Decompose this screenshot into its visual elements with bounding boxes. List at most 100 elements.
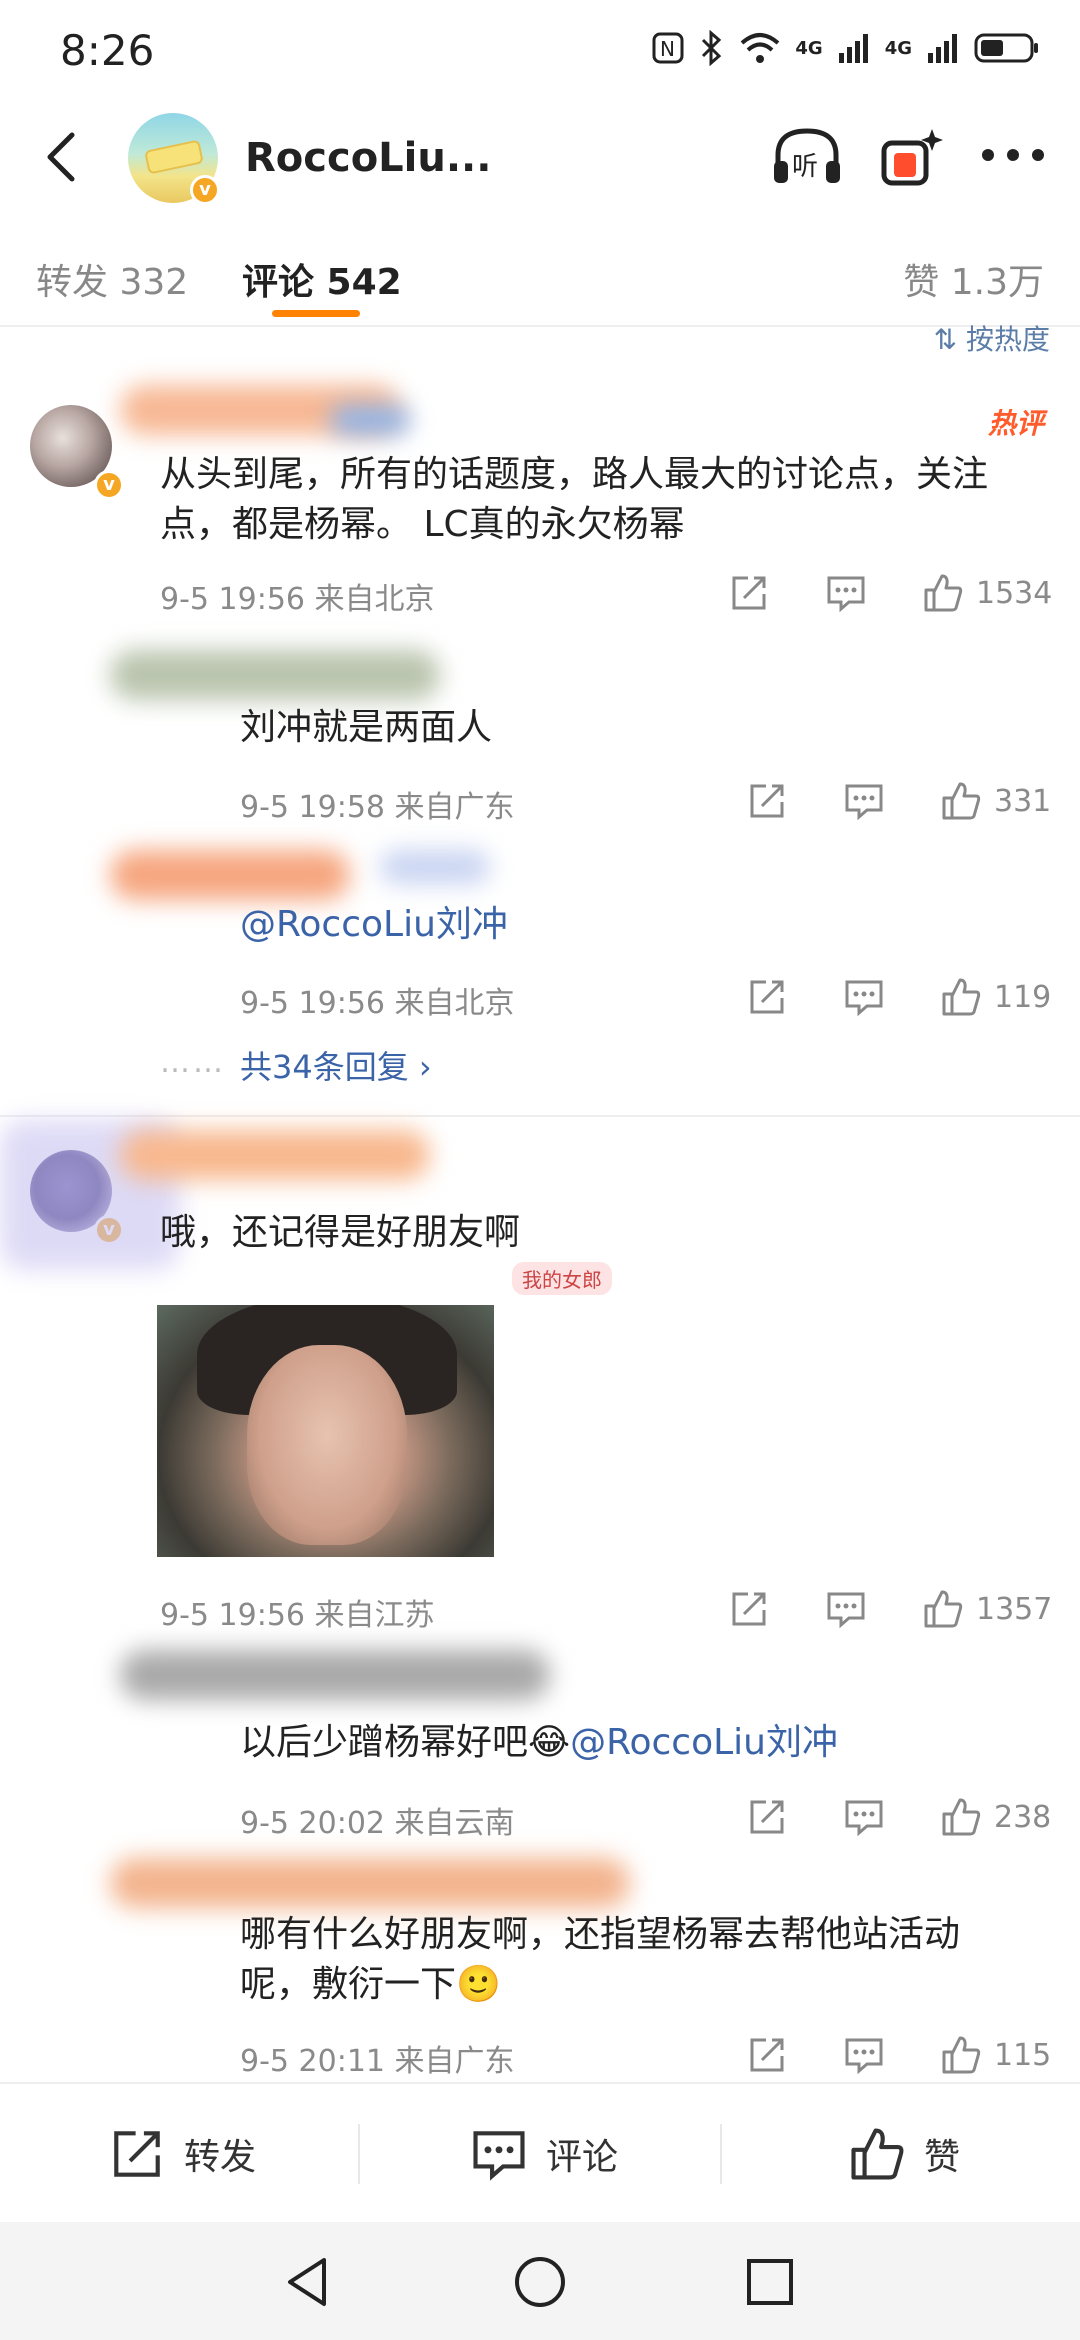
network-label-2: 4G (884, 37, 912, 59)
comment-icon[interactable] (825, 572, 867, 614)
separator (720, 2124, 722, 2184)
comment-icon[interactable] (825, 1588, 867, 1630)
header: v RoccoLiu... 听 (0, 105, 1080, 215)
like-label: 赞 (924, 2137, 961, 2178)
status-time: 8:26 (60, 26, 155, 75)
status-bar: 8:26 N 4G 4G (0, 0, 1080, 105)
system-nav-bar (0, 2222, 1080, 2340)
share-icon[interactable] (728, 572, 770, 614)
verified-badge-icon: v (190, 175, 220, 205)
reply-meta: 9-5 19:58 来自广东 (240, 790, 515, 825)
bluetooth-icon (702, 30, 722, 66)
blurred-reply-avatar (110, 650, 440, 700)
blurred-username (120, 1130, 430, 1180)
more-replies-link[interactable]: 共34条回复 › (240, 1042, 432, 1088)
comment-meta: 9-5 19:56 来自北京 (160, 582, 435, 617)
reply-text: 以后少蹭杨幂好吧😂@RoccoLiu刘冲 (240, 1718, 838, 1768)
gift-icon[interactable] (878, 123, 944, 189)
reply-mention[interactable]: @RoccoLiu刘冲 (570, 1722, 838, 1763)
share-icon[interactable] (746, 2034, 788, 2076)
reply-actions: 119 (746, 976, 1051, 1018)
svg-text:N: N (660, 37, 675, 61)
comment-actions: 1357 (728, 1588, 1052, 1630)
share-icon[interactable] (746, 1796, 788, 1838)
more-icon[interactable] (978, 135, 1048, 175)
reply-dots: …… (160, 1045, 226, 1080)
thumbs-up-icon[interactable] (940, 780, 982, 822)
decoration-tag: 我的女郎 (512, 1262, 612, 1295)
tab-comments[interactable]: 评论 542 (242, 253, 402, 305)
like-count: 1357 (976, 1591, 1053, 1627)
blurred-reply-avatar (110, 1858, 630, 1908)
network-label-1: 4G (795, 37, 823, 59)
blurred-fan-badge (330, 405, 410, 435)
comment-icon[interactable] (843, 1796, 885, 1838)
thumbs-up-icon[interactable] (940, 2034, 982, 2076)
blurred-reply-avatar (110, 850, 350, 900)
like-count: 1534 (976, 575, 1053, 611)
back-arrow-icon[interactable] (34, 127, 94, 187)
meme-image[interactable] (157, 1305, 494, 1557)
tab-likes[interactable]: 赞 1.3万 (903, 253, 1044, 305)
share-icon[interactable] (746, 976, 788, 1018)
battery-icon (974, 33, 1038, 63)
nav-home-icon[interactable] (510, 2252, 570, 2312)
separator (358, 2124, 360, 2184)
reply-meta: 9-5 19:56 来自北京 (240, 986, 515, 1021)
share-icon[interactable] (728, 1588, 770, 1630)
comment-text: 从头到尾，所有的话题度，路人最大的讨论点，关注点，都是杨幂。 LC真的永欠杨幂 (160, 454, 989, 545)
share-icon[interactable] (746, 780, 788, 822)
thumbs-up-icon (851, 2128, 904, 2180)
blurred-reply-badge (380, 850, 490, 884)
tabs-bar: 转发 332 评论 542 赞 1.3万 (0, 215, 1080, 327)
comment-icon[interactable] (843, 2034, 885, 2076)
comment-label: 评论 (546, 2137, 619, 2178)
page-title[interactable]: RoccoLiu... (245, 135, 491, 181)
bottom-action-bar: 转发 评论 赞 (0, 2082, 1080, 2222)
tab-repost[interactable]: 转发 332 (36, 253, 188, 305)
repost-label: 转发 (184, 2137, 257, 2178)
comment-meta: 9-5 19:56 来自江苏 (160, 1598, 435, 1633)
wifi-icon (741, 33, 780, 63)
emoji-icon: 🙂 (456, 1964, 501, 2005)
nav-back-icon[interactable] (278, 2252, 338, 2312)
thumbs-up-icon[interactable] (922, 572, 964, 614)
divider (0, 1115, 1080, 1117)
reply-meta: 9-5 20:02 来自云南 (240, 1806, 515, 1841)
like-button[interactable]: 赞 (848, 2084, 960, 2224)
like-count: 331 (994, 783, 1052, 819)
nfc-icon: N (652, 32, 684, 64)
reply-text: 刘冲就是两面人 (240, 707, 493, 748)
reply-meta: 9-5 20:11 来自广东 (240, 2044, 515, 2079)
signal-icon-2 (928, 34, 957, 63)
thumbs-up-icon[interactable] (940, 1796, 982, 1838)
like-count: 119 (994, 979, 1052, 1015)
reply-text: 哪有什么好朋友啊，还指望杨幂去帮他站活动呢，敷衍一下🙂 (240, 1910, 1030, 2010)
comment-button[interactable]: 评论 (470, 2084, 618, 2224)
thumbs-up-icon[interactable] (922, 1588, 964, 1630)
signal-icon (838, 34, 868, 63)
thumbs-up-icon[interactable] (940, 976, 982, 1018)
status-icons: N 4G 4G (651, 30, 1040, 66)
comment-icon[interactable] (843, 976, 885, 1018)
blurred-reply-avatar (120, 1650, 550, 1700)
sort-by-hot-button[interactable]: ⇅ 按热度 (934, 318, 1050, 358)
comment-actions: 1534 (728, 572, 1052, 614)
reply-text-body: 以后少蹭杨幂好吧 (240, 1722, 529, 1763)
reply-text-body: 哪有什么好朋友啊，还指望杨幂去帮他站活动呢，敷衍一下 (240, 1914, 961, 2005)
comment-text: 哦，还记得是好朋友啊 (160, 1212, 521, 1253)
hot-comment-badge: 热评 (987, 407, 1044, 440)
comment-icon[interactable] (843, 780, 885, 822)
comment-icon (473, 2131, 525, 2181)
like-count: 238 (994, 1799, 1052, 1835)
repost-button[interactable]: 转发 (108, 2084, 256, 2224)
nav-recents-icon[interactable] (740, 2252, 800, 2312)
reply-mention[interactable]: @RoccoLiu刘冲 (240, 900, 508, 950)
like-count: 115 (994, 2037, 1052, 2073)
reply-actions: 238 (746, 1796, 1051, 1838)
reply-actions: 331 (746, 780, 1051, 822)
listen-icon[interactable]: 听 (770, 125, 844, 189)
tab-indicator (272, 310, 360, 317)
reply-actions: 115 (746, 2034, 1051, 2076)
laugh-cry-emoji-icon: 😂 (528, 1722, 571, 1763)
